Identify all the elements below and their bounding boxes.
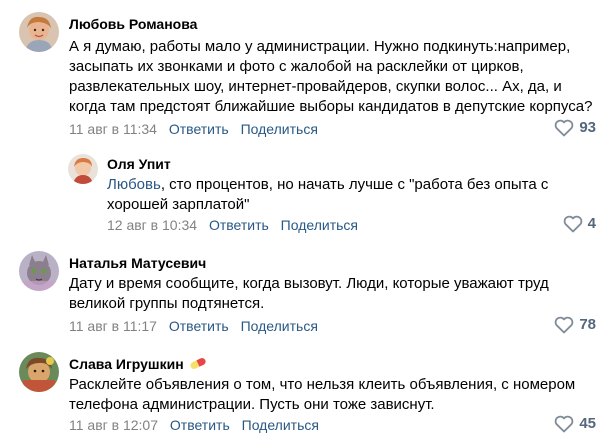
comment-text: Любовь, сто процентов, но начать лучше с…	[107, 175, 577, 215]
heart-icon	[554, 119, 574, 137]
like-count: 93	[579, 119, 596, 136]
like-button[interactable]: 45	[554, 415, 596, 433]
comment-meta: 11 авг в 11:34 Ответить Поделиться	[69, 120, 318, 138]
comment-date[interactable]: 11 авг в 12:07	[69, 417, 158, 433]
share-button[interactable]: Поделиться	[281, 217, 358, 233]
comment: Слава Игрушкин Расклейте объявления о то…	[0, 345, 614, 448]
comment-reply: Оля Упит Любовь, сто процентов, но начат…	[0, 150, 614, 240]
avatar[interactable]	[19, 12, 59, 52]
comment: Любовь Романова А я думаю, работы мало у…	[0, 0, 614, 150]
comment-text: Дату и время сообщите, когда вызовут. Лю…	[69, 275, 549, 312]
reply-button[interactable]: Ответить	[169, 318, 229, 334]
heart-icon	[563, 215, 583, 233]
comment-date[interactable]: 12 авг в 10:34	[107, 217, 197, 233]
like-button[interactable]: 93	[554, 119, 596, 137]
avatar[interactable]	[19, 251, 59, 291]
mention-link[interactable]: Любовь	[107, 176, 161, 193]
comment-date[interactable]: 11 авг в 11:34	[69, 121, 157, 137]
author-name[interactable]: Оля Упит	[107, 155, 171, 173]
reply-button[interactable]: Ответить	[169, 121, 229, 137]
share-button[interactable]: Поделиться	[242, 417, 319, 433]
comment-text: Расклейте объявления о том, что нельзя к…	[69, 376, 576, 413]
author-name[interactable]: Любовь Романова	[69, 15, 197, 33]
reply-button[interactable]: Ответить	[170, 417, 230, 433]
avatar[interactable]	[19, 352, 59, 392]
share-button[interactable]: Поделиться	[241, 318, 318, 334]
comment-meta: 11 авг в 12:07 Ответить Поделиться	[69, 416, 319, 434]
comment-meta: 12 авг в 10:34 Ответить Поделиться	[107, 216, 358, 234]
author-name-text[interactable]: Слава Игрушкин	[69, 356, 184, 372]
comment-text-body: , сто процентов, но начать лучше с "рабо…	[107, 176, 549, 213]
comment: Наталья Матусевич Дату и время сообщите,…	[0, 240, 614, 345]
like-button[interactable]: 78	[554, 316, 596, 334]
like-count: 78	[579, 316, 596, 333]
like-button[interactable]: 4	[563, 215, 596, 233]
comment-date[interactable]: 11 авг в 11:17	[69, 318, 157, 334]
reply-button[interactable]: Ответить	[209, 217, 269, 233]
like-count: 45	[579, 415, 596, 432]
share-button[interactable]: Поделиться	[241, 121, 318, 137]
like-count: 4	[587, 215, 596, 232]
avatar[interactable]	[68, 154, 98, 184]
author-name[interactable]: Наталья Матусевич	[69, 254, 206, 272]
heart-icon	[554, 316, 574, 334]
heart-icon	[554, 415, 574, 433]
comment-meta: 11 авг в 11:17 Ответить Поделиться	[69, 317, 318, 335]
comment-text: А я думаю, работы мало у администрации. …	[69, 38, 593, 115]
author-name[interactable]: Слава Игрушкин	[69, 355, 208, 374]
pill-icon	[188, 356, 208, 374]
